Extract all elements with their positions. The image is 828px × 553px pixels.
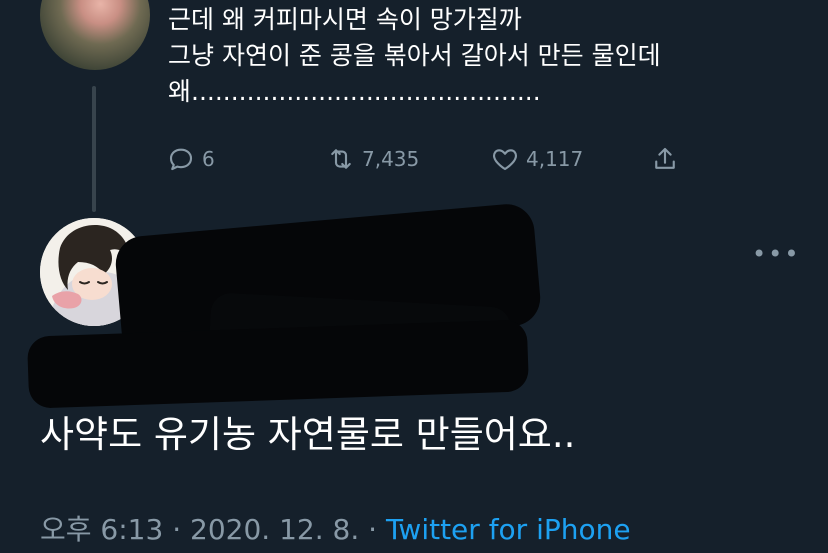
like-count: 4,117	[526, 147, 584, 171]
tweet-date: 2020. 12. 8.	[190, 513, 360, 546]
retweet-icon	[331, 149, 351, 169]
like-button[interactable]: 4,117	[490, 142, 583, 176]
retweet-button[interactable]: 7,435	[326, 142, 419, 176]
reply-icon	[169, 148, 193, 171]
tweet-source-link[interactable]: Twitter for iPhone	[386, 513, 631, 546]
heart-icon	[493, 149, 517, 171]
share-icon	[655, 147, 675, 169]
more-icon[interactable]: •••	[752, 240, 798, 270]
parent-tweet-text: 근데 왜 커피마시면 속이 망가질까 그냥 자연이 준 콩을 볶아서 갈아서 만…	[168, 5, 661, 106]
redaction-scribble	[26, 319, 530, 409]
parent-author-avatar[interactable]	[40, 0, 150, 70]
reply-count: 6	[202, 147, 215, 171]
thread-connector-line	[92, 86, 96, 212]
meta-separator: ·	[368, 513, 378, 546]
tweet-time: 오후 6:13	[40, 513, 164, 546]
meta-separator: ·	[172, 513, 182, 546]
share-button[interactable]	[650, 142, 686, 176]
tweet-metadata: 오후 6:13 · 2020. 12. 8. · Twitter for iPh…	[40, 508, 631, 548]
retweet-count: 7,435	[362, 147, 420, 171]
reply-tweet-text: 사약도 유기농 자연물로 만들어요..	[40, 413, 576, 456]
reply-button[interactable]: 6	[166, 142, 215, 176]
